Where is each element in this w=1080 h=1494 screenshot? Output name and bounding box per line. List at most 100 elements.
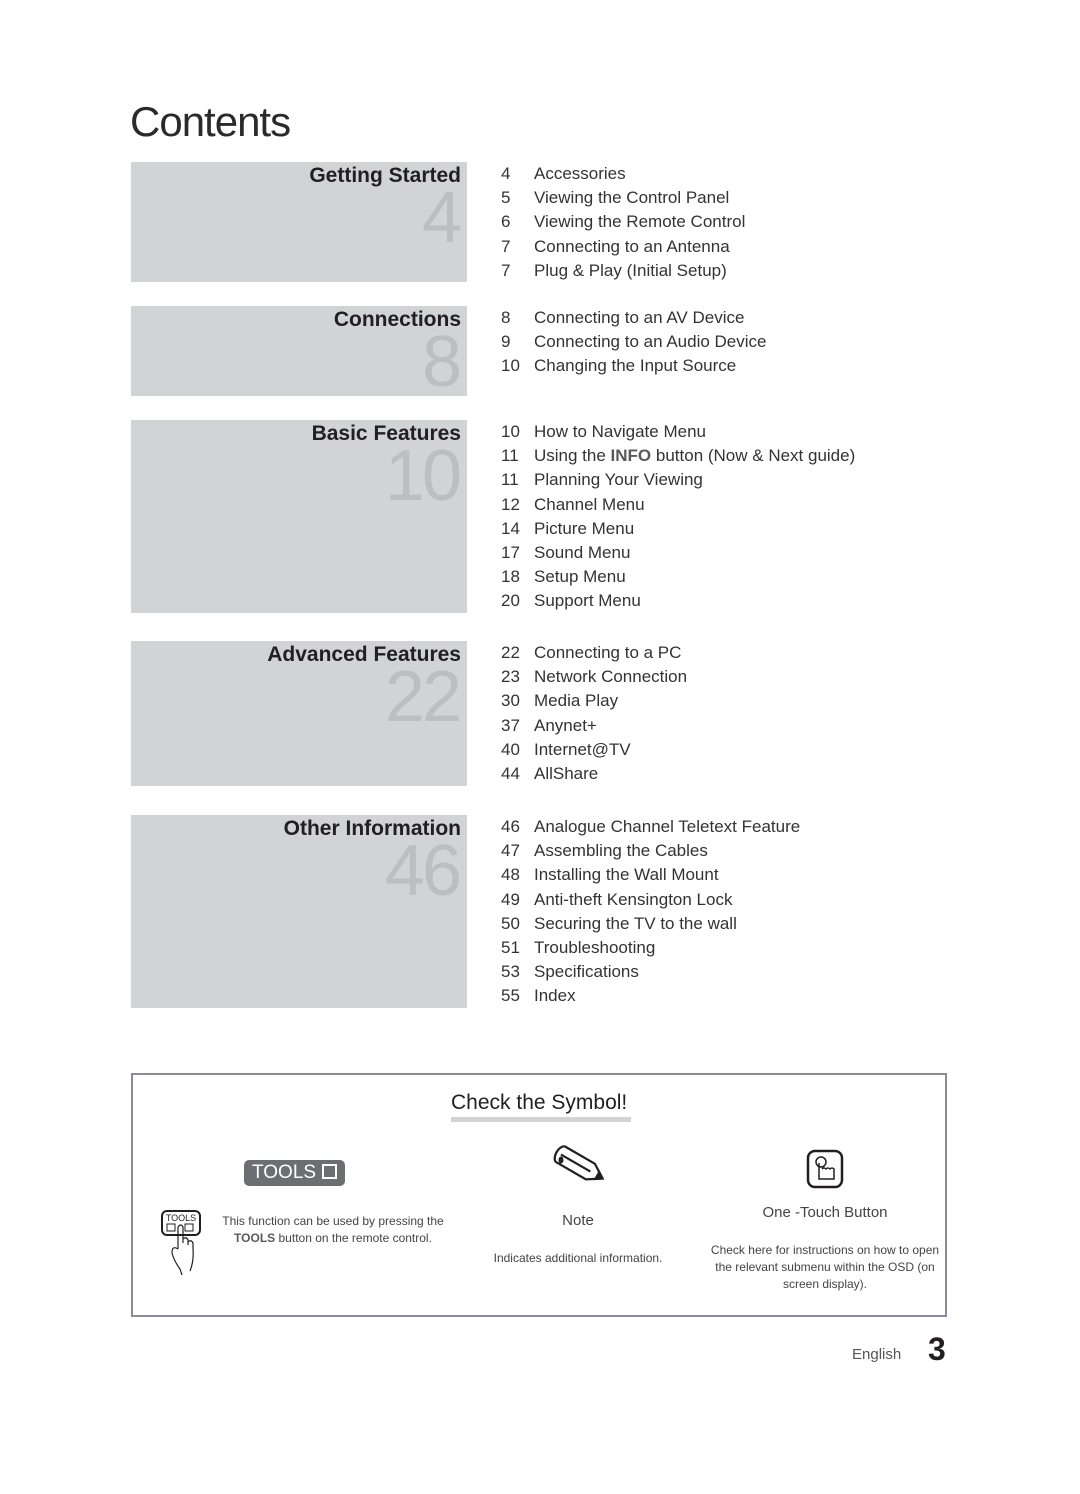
toc-label: Installing the Wall Mount: [534, 865, 719, 885]
toc-label: Setup Menu: [534, 567, 626, 587]
toc-label: Analogue Channel Teletext Feature: [534, 817, 801, 836]
toc-page: 47: [501, 841, 520, 861]
remote-tools-hand-icon: TOOLS: [161, 1210, 201, 1275]
toc-label: Support Menu: [534, 591, 641, 611]
toc-item[interactable]: 37 Anynet+: [501, 714, 687, 738]
toc-page: 46: [501, 817, 520, 836]
toc-list-advanced-features: 22 Connecting to a PC 23 Network Connectio…: [501, 641, 687, 786]
toc-item[interactable]: 30 Media Play: [501, 689, 687, 713]
toc-item[interactable]: 14 Picture Menu: [501, 517, 855, 541]
toc-item[interactable]: 9 Connecting to an Audio Device: [501, 330, 767, 354]
tools-badge-label: TOOLS: [252, 1162, 317, 1183]
toc-label: Media Play: [534, 691, 619, 711]
toc-label: Connecting to an Audio Device: [534, 332, 767, 352]
toc-label: Securing the TV to the wall: [534, 913, 737, 933]
toc-label: Internet@TV: [534, 739, 631, 759]
toc-item[interactable]: 6 Viewing the Remote Control: [501, 210, 745, 234]
toc-item[interactable]: 17 Sound Menu: [501, 541, 855, 565]
toc-item[interactable]: 10 Changing the Input Source: [501, 354, 767, 378]
toc-item[interactable]: 4 Accessories: [501, 162, 745, 186]
section-start-page: 10: [384, 436, 462, 516]
toc-label: How to Navigate Menu: [534, 422, 706, 441]
toc-label: Viewing the Control Panel: [534, 188, 730, 208]
toc-label: Plug & Play (Initial Setup): [534, 260, 727, 280]
tools-desc-line2: button on the remote control.: [275, 1231, 432, 1245]
toc-page: 4: [501, 164, 511, 183]
toc-page: 8: [501, 308, 511, 327]
section-start-page: 22: [384, 657, 462, 737]
toc-label: Network Connection: [534, 667, 688, 687]
toc-page: 49: [501, 889, 520, 909]
toc-label: Specifications: [534, 962, 639, 982]
toc-item[interactable]: 40 Internet@TV: [501, 738, 687, 762]
toc-item[interactable]: 18 Setup Menu: [501, 565, 855, 589]
toc-page: 14: [501, 518, 520, 538]
toc-label: Using the INFO button (Now & Next guide): [534, 446, 855, 465]
toc-item[interactable]: 49 Anti-theft Kensington Lock: [501, 888, 800, 912]
toc-item[interactable]: 46 Analogue Channel Teletext Feature: [501, 815, 800, 839]
tools-desc-highlight: TOOLS: [234, 1231, 276, 1245]
footer-language: English: [852, 1346, 902, 1363]
toc-list-connections: 8 Connecting to an AV Device 9 Connecting …: [501, 306, 767, 379]
info-button-highlight: INFO: [610, 446, 652, 466]
toc-label: Planning Your Viewing: [534, 470, 703, 490]
toc-item[interactable]: 47 Assembling the Cables: [501, 839, 800, 863]
toc-label: AllShare: [534, 763, 599, 783]
toc-label: Anynet+: [534, 715, 597, 735]
toc-label: Sound Menu: [534, 542, 631, 562]
one-touch-description: Check here for instructions on how to op…: [710, 1243, 940, 1291]
toc-item[interactable]: 10 How to Navigate Menu: [501, 420, 855, 444]
toc-page: 37: [501, 715, 520, 735]
toc-label: Channel Menu: [534, 494, 645, 514]
toc-item[interactable]: 8 Connecting to an AV Device: [501, 306, 767, 330]
toc-label: Connecting to an Antenna: [534, 236, 730, 256]
toc-label: Connecting to an AV Device: [534, 308, 745, 327]
toc-label-pre: Using the: [534, 446, 611, 466]
toc-page: 50: [501, 913, 520, 933]
toc-page: 20: [501, 591, 520, 611]
one-touch-symbol: One -Touch Button Check here for instruc…: [705, 1149, 945, 1293]
one-touch-label: One -Touch Button: [762, 1204, 888, 1221]
toc-page: 10: [501, 422, 520, 441]
toc-page: 6: [501, 212, 511, 232]
page-title: Contents: [130, 98, 291, 145]
tools-desc-line1: This function can be used by pressing th…: [222, 1214, 444, 1228]
toc-page: 10: [501, 356, 520, 376]
toc-item[interactable]: 48 Installing the Wall Mount: [501, 863, 800, 887]
symbol-panel-title: Check the Symbol!: [451, 1091, 628, 1114]
toc-item[interactable]: 7 Plug & Play (Initial Setup): [501, 259, 745, 283]
toc-label: Assembling the Cables: [534, 841, 708, 861]
toc-label: Picture Menu: [534, 518, 635, 538]
toc-item[interactable]: 53 Specifications: [501, 960, 800, 984]
toc-item[interactable]: 23 Network Connection: [501, 665, 687, 689]
toc-page: 44: [501, 763, 520, 783]
footer-page-number: 3: [928, 1331, 946, 1367]
pencil-note-icon: [553, 1145, 605, 1181]
toc-item[interactable]: 7 Connecting to an Antenna: [501, 235, 745, 259]
section-box-basic-features: Basic Features 10: [131, 420, 467, 613]
toc-page: 22: [501, 643, 520, 662]
toc-item[interactable]: 11 Using the INFO button (Now & Next guid…: [501, 444, 855, 468]
toc-label: Viewing the Remote Control: [534, 212, 746, 232]
toc-item[interactable]: 50 Securing the TV to the wall: [501, 912, 800, 936]
toc-item[interactable]: 22 Connecting to a PC: [501, 641, 687, 665]
toc-label: Troubleshooting: [534, 937, 656, 957]
tools-description: This function can be used by pressing th…: [213, 1213, 453, 1247]
toc-page: 17: [501, 542, 520, 562]
note-label: Note: [562, 1212, 594, 1229]
toc-item[interactable]: 12 Channel Menu: [501, 493, 855, 517]
toc-item[interactable]: 44 AllShare: [501, 762, 687, 786]
toc-item[interactable]: 20 Support Menu: [501, 589, 855, 613]
toc-list-other-information: 46 Analogue Channel Teletext Feature 47 As…: [501, 815, 800, 1009]
section-box-advanced-features: Advanced Features 22: [131, 641, 467, 786]
tools-badge: TOOLS: [244, 1160, 345, 1186]
toc-page: 40: [501, 739, 520, 759]
section-start-page: 8: [421, 322, 462, 402]
toc-item[interactable]: 51 Troubleshooting: [501, 936, 800, 960]
toc-item[interactable]: 11 Planning Your Viewing: [501, 468, 855, 492]
note-symbol: Note Indicates additional information.: [478, 1145, 678, 1267]
toc-page: 9: [501, 332, 511, 352]
remote-tools-label: TOOLS: [166, 1213, 196, 1223]
toc-item[interactable]: 5 Viewing the Control Panel: [501, 186, 745, 210]
toc-item[interactable]: 55 Index: [501, 984, 800, 1008]
